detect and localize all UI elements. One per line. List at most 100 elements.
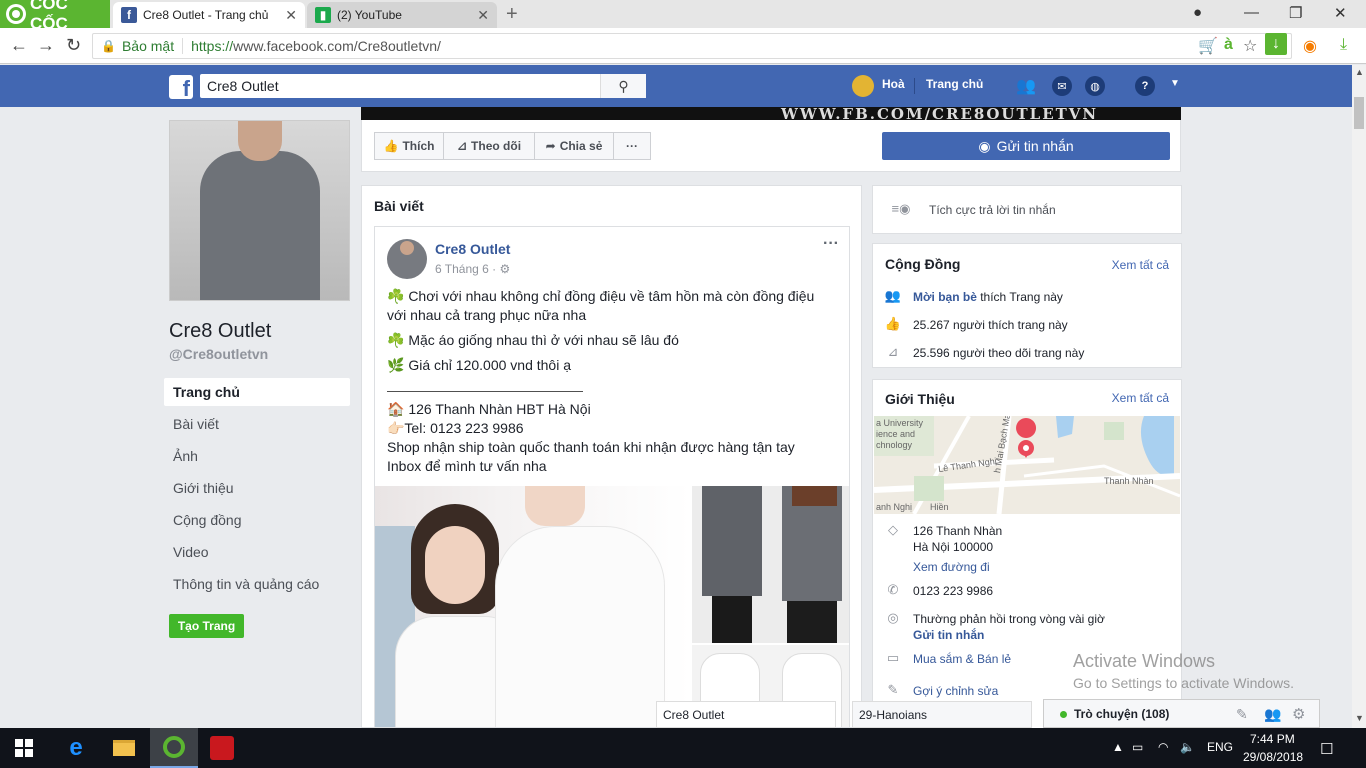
download-video-icon[interactable]: ↓ bbox=[1265, 33, 1287, 55]
rss-icon: ⊿ bbox=[456, 139, 468, 153]
follow-button[interactable]: ⊿ Theo dõi bbox=[443, 132, 535, 160]
translate-icon[interactable]: à bbox=[1224, 36, 1233, 54]
like-button[interactable]: 👍 Thích bbox=[374, 132, 444, 160]
url-bar[interactable]: 🔒 Bảo mật https:// www.facebook.com/Cre8… bbox=[92, 33, 1292, 59]
scroll-down-icon[interactable]: ▼ bbox=[1355, 713, 1364, 723]
search-icon[interactable]: ⚲ bbox=[600, 74, 646, 98]
send-message-button[interactable]: ◉ Gửi tin nhắn bbox=[882, 132, 1170, 160]
search-input[interactable] bbox=[200, 78, 600, 94]
reload-icon[interactable]: ↻ bbox=[66, 35, 81, 56]
post-line: 👉🏻Tel: 0123 223 9986 bbox=[387, 420, 524, 436]
edit-pencil-icon: ✎ bbox=[887, 682, 899, 697]
extension-icon[interactable]: ◉ bbox=[1303, 36, 1317, 56]
post-options-icon[interactable]: ··· bbox=[823, 235, 839, 253]
downloads-icon[interactable]: ⤓ bbox=[1340, 36, 1347, 54]
account-icon[interactable]: ● bbox=[1193, 4, 1202, 21]
restore-icon[interactable]: ❐ bbox=[1289, 4, 1302, 22]
scroll-thumb[interactable] bbox=[1354, 97, 1364, 129]
responsiveness-card: ≡◉ Tích cực trả lời tin nhắn bbox=[872, 185, 1182, 234]
garena-icon[interactable] bbox=[198, 728, 246, 768]
create-page-button[interactable]: Tạo Trang bbox=[169, 614, 244, 638]
forward-icon[interactable]: → bbox=[37, 35, 55, 56]
sidebar-item-info-ads[interactable]: Thông tin và quảng cáo bbox=[164, 570, 350, 598]
clock-time[interactable]: 7:44 PM bbox=[1250, 732, 1295, 746]
profile-picture[interactable] bbox=[169, 120, 350, 301]
back-icon[interactable]: ← bbox=[10, 35, 28, 56]
minimize-icon[interactable]: — bbox=[1244, 4, 1259, 21]
notifications-globe-icon[interactable]: ◍ bbox=[1085, 76, 1105, 96]
suggest-edit-link[interactable]: Gợi ý chỉnh sửa bbox=[913, 684, 998, 698]
facebook-logo-icon[interactable]: f bbox=[169, 75, 193, 100]
post-author-avatar[interactable] bbox=[387, 239, 427, 279]
post-author-link[interactable]: Cre8 Outlet bbox=[435, 241, 510, 257]
gear-icon: ⚙ bbox=[499, 262, 511, 276]
help-icon[interactable]: ? bbox=[1135, 76, 1155, 96]
file-explorer-icon[interactable] bbox=[100, 728, 148, 768]
about-title: Giới Thiệu bbox=[885, 391, 955, 407]
send-message-link[interactable]: Gửi tin nhắn bbox=[913, 628, 984, 642]
category-link[interactable]: Mua sắm & Bán lẻ bbox=[913, 652, 1011, 666]
home-link[interactable]: Trang chủ bbox=[926, 77, 983, 91]
sidebar-item-posts[interactable]: Bài viết bbox=[164, 410, 350, 438]
tab-youtube[interactable]: ▮ (2) YouTube ✕ bbox=[307, 2, 497, 28]
share-button[interactable]: ➦ Chia sẻ bbox=[534, 132, 614, 160]
volume-icon[interactable]: 🔈 bbox=[1180, 740, 1195, 754]
language-indicator[interactable]: ENG bbox=[1207, 740, 1233, 754]
invite-friends-icon: 👥 bbox=[884, 288, 902, 303]
close-icon[interactable]: ✕ bbox=[477, 7, 489, 24]
bookmark-star-icon[interactable]: ☆ bbox=[1243, 36, 1257, 56]
sidebar-item-community[interactable]: Cộng đồng bbox=[164, 506, 350, 534]
posts-section-title: Bài viết bbox=[374, 198, 424, 214]
sidebar-item-home[interactable]: Trang chủ bbox=[164, 378, 350, 406]
friend-requests-icon[interactable]: 👥 bbox=[1016, 76, 1036, 96]
chat-settings-gear-icon[interactable]: ⚙ bbox=[1292, 705, 1305, 723]
community-card: Cộng Đồng Xem tất cả 👥 Mời bạn bè thích … bbox=[872, 243, 1182, 368]
posts-section: Bài viết Cre8 Outlet 6 Tháng 6 · ⚙ ··· ☘… bbox=[361, 185, 862, 728]
new-tab-icon[interactable]: + bbox=[506, 3, 518, 26]
wifi-icon[interactable]: ◠ bbox=[1158, 740, 1168, 754]
shopping-cart-icon[interactable]: 🛒 bbox=[1198, 36, 1218, 56]
new-message-icon[interactable]: ✎ bbox=[1236, 706, 1248, 723]
user-avatar[interactable] bbox=[852, 75, 874, 97]
post-photo-grey-shirts[interactable] bbox=[692, 486, 849, 643]
chat-tab-cre8[interactable]: Cre8 Outlet bbox=[656, 701, 836, 728]
clock-date[interactable]: 29/08/2018 bbox=[1243, 750, 1303, 764]
sidebar-item-videos[interactable]: Video bbox=[164, 538, 350, 566]
location-pin-icon: ◇ bbox=[888, 522, 898, 537]
messenger-icon[interactable]: ✉ bbox=[1052, 76, 1072, 96]
close-icon[interactable]: ✕ bbox=[285, 7, 297, 24]
about-see-all-link[interactable]: Xem tất cả bbox=[1112, 391, 1169, 405]
chat-tab-group[interactable]: 29-Hanoians bbox=[852, 701, 1032, 728]
post-divider-line: —————————————— bbox=[387, 382, 583, 398]
tab-facebook[interactable]: f Cre8 Outlet - Trang chủ ✕ bbox=[113, 2, 305, 28]
community-see-all-link[interactable]: Xem tất cả bbox=[1112, 258, 1169, 272]
chat-sidebar-toggle[interactable]: Trò chuyện (108) ✎ 👥 ⚙ bbox=[1043, 699, 1320, 728]
fast-messenger-icon: ≡◉ bbox=[891, 201, 911, 216]
facebook-header: f ⚲ Hoà Trang chủ 👥 ✉ ◍ ? ▼ bbox=[0, 65, 1352, 107]
cover-photo[interactable]: WWW.FB.COM/CRE8OUTLETVN bbox=[361, 107, 1181, 120]
page-scrollbar[interactable]: ▲ ▼ bbox=[1352, 65, 1366, 728]
more-actions-button[interactable]: ··· bbox=[613, 132, 651, 160]
account-menu-icon[interactable]: ▼ bbox=[1170, 78, 1180, 89]
window-close-icon[interactable]: ✕ bbox=[1334, 4, 1347, 22]
invite-friends-link[interactable]: Mời bạn bè bbox=[913, 290, 977, 304]
battery-icon[interactable]: ▭ bbox=[1132, 740, 1143, 754]
scroll-up-icon[interactable]: ▲ bbox=[1355, 67, 1364, 77]
coccoc-taskbar-icon[interactable] bbox=[150, 728, 198, 768]
tray-expand-icon[interactable]: ▲ bbox=[1112, 740, 1124, 754]
post-date[interactable]: 6 Tháng 6 · ⚙ bbox=[435, 262, 510, 276]
page-title[interactable]: Cre8 Outlet bbox=[169, 320, 271, 343]
group-chat-icon[interactable]: 👥 bbox=[1264, 706, 1281, 723]
sidebar-item-about[interactable]: Giới thiệu bbox=[164, 474, 350, 502]
notifications-icon[interactable]: ☐ bbox=[1320, 740, 1333, 758]
sidebar-item-photos[interactable]: Ảnh bbox=[164, 442, 350, 470]
post-photo-couple[interactable] bbox=[375, 486, 690, 727]
location-map[interactable]: a University ience and chnology Lê Thanh… bbox=[874, 416, 1180, 514]
directions-link[interactable]: Xem đường đi bbox=[913, 560, 990, 574]
url-protocol: https:// bbox=[191, 38, 234, 54]
invite-row: Mời bạn bè thích Trang này bbox=[913, 290, 1063, 304]
windows-start-icon[interactable] bbox=[0, 728, 48, 768]
coccoc-brand[interactable]: CỐC CỐC bbox=[0, 0, 110, 33]
edge-browser-icon[interactable]: e bbox=[52, 728, 100, 768]
user-name-link[interactable]: Hoà bbox=[882, 77, 905, 91]
